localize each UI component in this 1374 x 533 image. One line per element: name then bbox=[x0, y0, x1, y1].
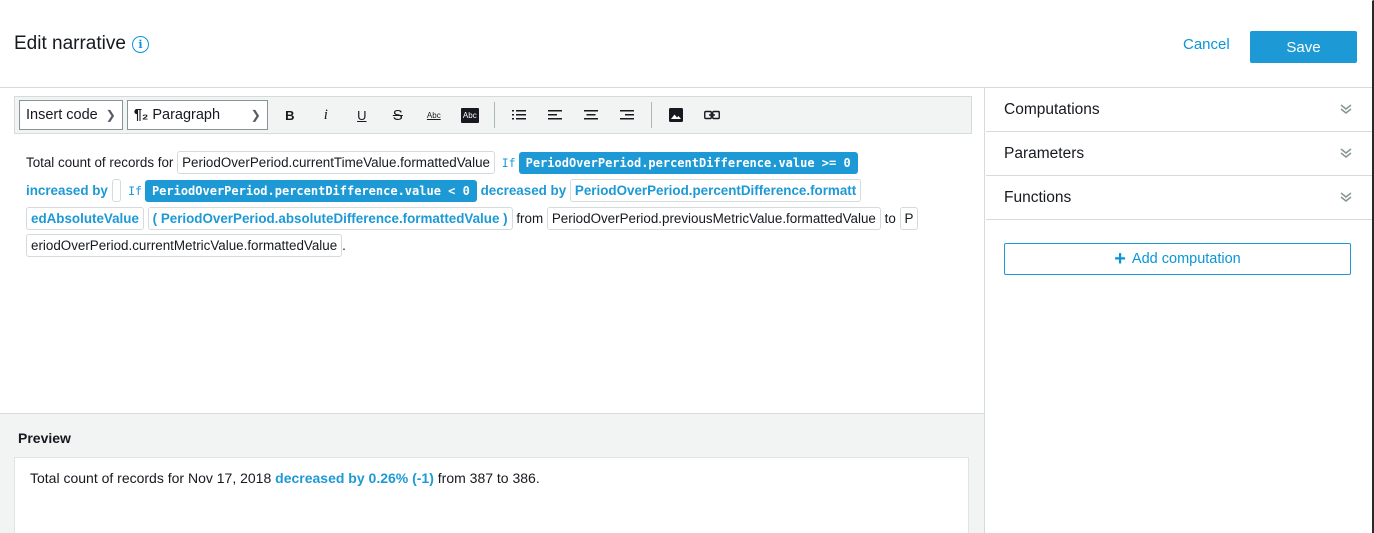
highlight-icon[interactable]: Abc bbox=[456, 101, 484, 129]
narrative-text: from bbox=[516, 211, 544, 226]
computations-label: Computations bbox=[1004, 100, 1100, 118]
if-keyword: If bbox=[501, 156, 516, 170]
double-chevron-down-icon bbox=[1340, 192, 1352, 202]
functions-label: Functions bbox=[1004, 188, 1072, 206]
header: Edit narrative i Cancel Save bbox=[0, 0, 1372, 88]
empty-code-chip[interactable] bbox=[111, 179, 122, 202]
insert-code-label: Insert code bbox=[26, 107, 98, 123]
bulleted-list-icon[interactable] bbox=[505, 101, 533, 129]
preview-panel: Preview Total count of records for Nov 1… bbox=[0, 413, 985, 533]
info-icon[interactable]: i bbox=[131, 35, 149, 53]
link-icon[interactable] bbox=[698, 101, 726, 129]
code-chip-absolute-difference[interactable]: ( PeriodOverPeriod.absoluteDifference.fo… bbox=[147, 207, 513, 230]
paragraph-label: Paragraph bbox=[152, 107, 221, 123]
page-title: Edit narrative i bbox=[14, 33, 149, 55]
paragraph-dropdown[interactable]: ¶₂ Paragraph ❯ bbox=[126, 100, 268, 130]
italic-icon[interactable]: i bbox=[312, 101, 340, 129]
image-icon[interactable] bbox=[662, 101, 690, 129]
add-computation-label: Add computation bbox=[1131, 251, 1241, 267]
bold-icon[interactable]: B bbox=[276, 101, 304, 129]
code-chip-previous-metric[interactable]: PeriodOverPeriod.previousMetricValue.for… bbox=[546, 207, 881, 230]
code-chip-current-time[interactable]: PeriodOverPeriod.currentTimeValue.format… bbox=[177, 151, 495, 174]
computations-section[interactable]: Computations bbox=[986, 88, 1372, 132]
functions-section[interactable]: Functions bbox=[986, 176, 1372, 220]
preview-text-end: from 387 to 386. bbox=[437, 470, 540, 486]
cancel-button[interactable]: Cancel bbox=[1183, 36, 1230, 53]
toolbar-divider bbox=[493, 102, 495, 128]
chevron-down-icon: ❯ bbox=[250, 108, 261, 122]
code-chip-current-metric-cont[interactable]: eriodOverPeriod.currentMetricValue.forma… bbox=[26, 234, 343, 257]
condition-block-increase[interactable]: PeriodOverPeriod.percentDifference.value… bbox=[518, 152, 858, 174]
add-computation-button[interactable]: + Add computation bbox=[1004, 243, 1351, 275]
plus-icon: + bbox=[1114, 248, 1126, 270]
save-button[interactable]: Save bbox=[1250, 31, 1357, 63]
double-chevron-down-icon bbox=[1340, 104, 1352, 114]
narrative-text: Total count of records for bbox=[26, 155, 174, 170]
page-title-text: Edit narrative bbox=[14, 33, 126, 54]
condition-block-decrease[interactable]: PeriodOverPeriod.percentDifference.value… bbox=[144, 180, 477, 202]
increased-by-text: increased by bbox=[26, 183, 108, 198]
code-chip-percent-difference-cont[interactable]: edAbsoluteValue bbox=[26, 207, 144, 230]
parameters-section[interactable]: Parameters bbox=[986, 132, 1372, 176]
insert-code-dropdown[interactable]: Insert code ❯ bbox=[19, 100, 123, 130]
parameters-label: Parameters bbox=[1004, 144, 1085, 162]
preview-box: Total count of records for Nov 17, 2018 … bbox=[14, 457, 969, 533]
text-color-label: Abc bbox=[426, 110, 441, 120]
if-keyword: If bbox=[128, 184, 142, 198]
chevron-down-icon: ❯ bbox=[105, 108, 116, 122]
paragraph-icon: ¶₂ bbox=[133, 107, 149, 123]
narrative-text: . bbox=[342, 238, 346, 253]
format-toolbar: Insert code ❯ ¶₂ Paragraph ❯ B i U S Abc… bbox=[14, 96, 972, 134]
highlight-label: Abc bbox=[460, 107, 479, 123]
decreased-by-text: decreased by bbox=[480, 183, 567, 198]
narrative-editor: Insert code ❯ ¶₂ Paragraph ❯ B i U S Abc… bbox=[0, 88, 985, 413]
align-left-icon[interactable] bbox=[541, 101, 569, 129]
narrative-content[interactable]: Total count of records for PeriodOverPer… bbox=[26, 149, 966, 259]
align-right-icon[interactable] bbox=[613, 101, 641, 129]
double-chevron-down-icon bbox=[1340, 148, 1352, 158]
toolbar-divider bbox=[650, 102, 652, 128]
strikethrough-icon[interactable]: S bbox=[384, 101, 412, 129]
preview-highlight: decreased by 0.26% (-1) bbox=[275, 470, 434, 486]
preview-text-start: Total count of records for Nov 17, 2018 bbox=[30, 470, 272, 486]
text-color-icon[interactable]: Abc bbox=[420, 101, 448, 129]
preview-title: Preview bbox=[18, 430, 71, 446]
align-center-icon[interactable] bbox=[577, 101, 605, 129]
code-chip-percent-difference[interactable]: PeriodOverPeriod.percentDifference.forma… bbox=[569, 179, 862, 202]
narrative-text: to bbox=[884, 211, 896, 226]
preview-text: Total count of records for Nov 17, 2018 … bbox=[30, 470, 540, 486]
underline-icon[interactable]: U bbox=[348, 101, 376, 129]
code-chip-current-metric[interactable]: P bbox=[899, 207, 919, 230]
